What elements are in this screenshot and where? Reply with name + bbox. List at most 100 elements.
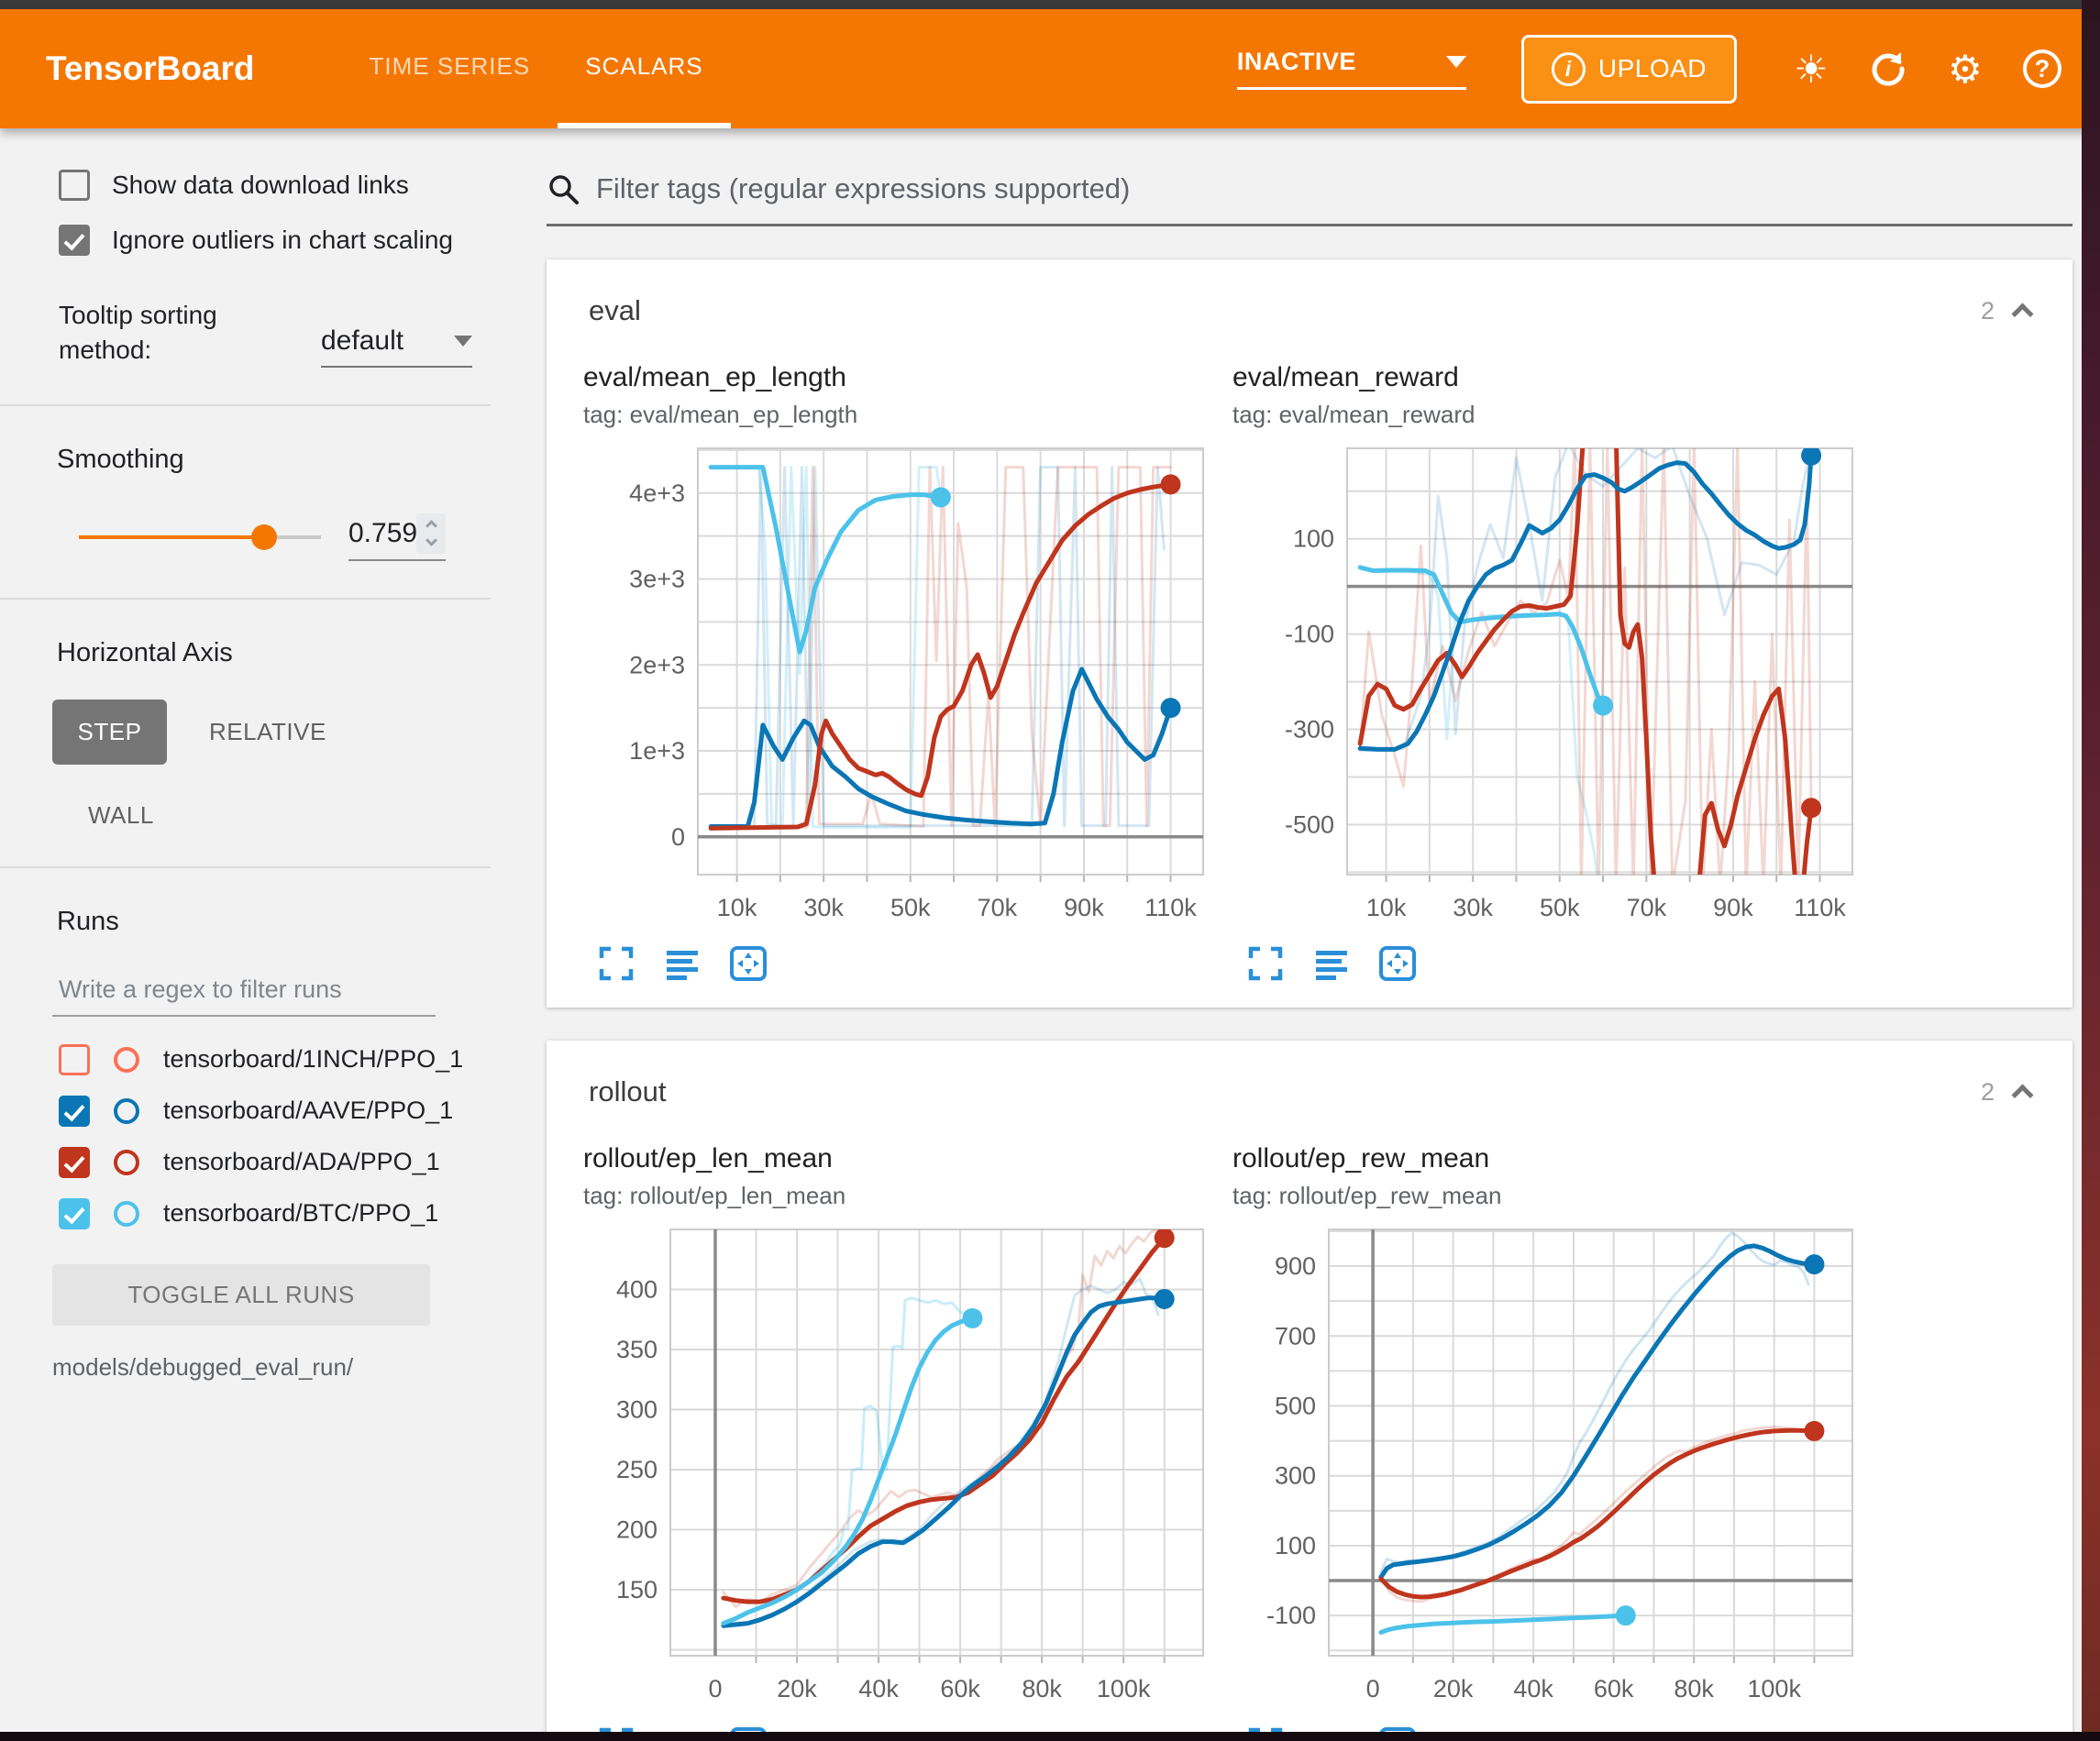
run-checkbox[interactable] (59, 1198, 90, 1229)
section-header-eval[interactable]: eval 2 (547, 259, 2072, 362)
svg-text:4e+3: 4e+3 (629, 479, 685, 507)
smoothing-slider-thumb[interactable] (251, 524, 277, 550)
tab-scalars[interactable]: SCALARS (558, 9, 730, 128)
section-header-rollout[interactable]: rollout 2 (547, 1041, 2072, 1143)
svg-text:40k: 40k (1513, 1675, 1553, 1702)
tooltip-sorting-select[interactable]: default (321, 325, 472, 368)
axis-relative-button[interactable]: RELATIVE (209, 718, 326, 746)
axis-wall-button[interactable]: WALL (88, 801, 514, 830)
tensorboard-window: TensorBoard TIME SERIES SCALARS INACTIVE… (0, 0, 2100, 1741)
section-title: rollout (589, 1075, 666, 1108)
line-chart-eval-mean-reward[interactable]: 10k30k50k70k90k110k100-100-300-500 (1232, 435, 1865, 934)
show-download-links-row[interactable]: Show data download links (59, 170, 514, 201)
svg-text:110k: 110k (1144, 894, 1197, 921)
ignore-outliers-row[interactable]: Ignore outliers in chart scaling (59, 225, 514, 256)
sidebar-divider (0, 866, 491, 868)
run-checkbox[interactable] (59, 1147, 90, 1178)
window-bottom-strip (0, 1732, 2100, 1741)
run-color-circle (114, 1098, 139, 1124)
run-row[interactable]: tensorboard/1INCH/PPO_1 (59, 1044, 514, 1075)
section-count: 2 (1981, 1078, 1995, 1107)
filter-tags-placeholder: Filter tags (regular expressions support… (596, 172, 1130, 205)
run-row[interactable]: tensorboard/BTC/PPO_1 (59, 1198, 514, 1229)
svg-text:100k: 100k (1747, 1675, 1801, 1702)
fullscreen-icon[interactable] (596, 943, 636, 984)
svg-text:300: 300 (1275, 1462, 1316, 1490)
svg-text:60k: 60k (1594, 1675, 1634, 1702)
status-dropdown[interactable]: INACTIVE (1237, 48, 1466, 90)
tooltip-sorting-label: Tooltip sorting method: (59, 298, 306, 368)
runs-list: tensorboard/1INCH/PPO_1 tensorboard/AAVE/… (59, 1044, 514, 1229)
svg-text:20k: 20k (777, 1675, 817, 1702)
svg-text:40k: 40k (858, 1675, 899, 1702)
sidebar-divider (0, 404, 491, 406)
chevron-down-icon (454, 336, 472, 347)
ignore-outliers-checkbox[interactable] (59, 225, 90, 256)
line-chart-eval-mean-ep-length[interactable]: 10k30k50k70k90k110k01e+32e+33e+34e+3 (583, 435, 1216, 934)
runs-filter-input[interactable]: Write a regex to filter runs (52, 970, 436, 1017)
chart-toolbar (1245, 943, 1882, 984)
upload-button[interactable]: i UPLOAD (1521, 35, 1737, 104)
runs-heading: Runs (57, 907, 514, 937)
svg-text:500: 500 (1275, 1392, 1316, 1419)
svg-text:110k: 110k (1794, 894, 1846, 921)
run-row[interactable]: tensorboard/AAVE/PPO_1 (59, 1096, 514, 1127)
svg-text:-500: -500 (1285, 810, 1334, 838)
svg-text:-300: -300 (1285, 716, 1334, 744)
run-color-circle (114, 1047, 139, 1073)
tab-time-series[interactable]: TIME SERIES (342, 9, 558, 128)
line-chart-rollout-ep-len-mean[interactable]: 020k40k60k80k100k150200250300350400 (583, 1216, 1216, 1715)
brightness-icon[interactable]: ☀ (1781, 39, 1841, 99)
main-tabs: TIME SERIES SCALARS (342, 9, 731, 128)
run-checkbox[interactable] (59, 1044, 90, 1075)
axis-step-button[interactable]: STEP (52, 700, 167, 765)
chart-card: eval/mean_reward tag: eval/mean_reward 1… (1232, 362, 1882, 984)
svg-text:150: 150 (616, 1576, 658, 1603)
app-header: TensorBoard TIME SERIES SCALARS INACTIVE… (0, 9, 2100, 128)
run-row[interactable]: tensorboard/ADA/PPO_1 (59, 1147, 514, 1178)
run-checkbox[interactable] (59, 1096, 90, 1127)
settings-icon[interactable]: ⚙ (1935, 39, 1995, 99)
chevron-up-icon[interactable] (2011, 303, 2033, 325)
section-title: eval (589, 294, 641, 327)
svg-text:60k: 60k (940, 1675, 980, 1702)
svg-text:300: 300 (616, 1395, 658, 1423)
smoothing-slider-fill (79, 535, 263, 539)
help-icon[interactable]: ? (2012, 39, 2072, 99)
svg-text:400: 400 (616, 1275, 658, 1303)
toggle-all-runs-button[interactable]: TOGGLE ALL RUNS (52, 1264, 430, 1326)
filter-tags-input[interactable]: Filter tags (regular expressions support… (547, 172, 2072, 226)
number-stepper[interactable] (416, 513, 446, 554)
refresh-icon[interactable] (1858, 39, 1918, 99)
fit-domain-icon[interactable] (1377, 943, 1418, 984)
fullscreen-icon[interactable] (1245, 943, 1286, 984)
svg-text:100k: 100k (1097, 1675, 1151, 1702)
chart-card: rollout/ep_len_mean tag: rollout/ep_len_… (583, 1143, 1232, 1741)
ignore-outliers-label: Ignore outliers in chart scaling (112, 226, 453, 255)
svg-text:100: 100 (1293, 525, 1334, 553)
dashboard-content: Filter tags (regular expressions support… (514, 128, 2100, 1741)
run-label: tensorboard/AAVE/PPO_1 (163, 1096, 453, 1125)
data-table-icon[interactable] (662, 943, 702, 984)
chart-title: rollout/ep_len_mean (583, 1143, 1232, 1174)
svg-text:0: 0 (1366, 1675, 1380, 1702)
smoothing-slider[interactable] (79, 535, 321, 539)
svg-text:700: 700 (1275, 1322, 1316, 1350)
show-download-links-checkbox[interactable] (59, 170, 90, 201)
stepper-down-icon[interactable] (426, 534, 437, 546)
chevron-up-icon[interactable] (2011, 1084, 2033, 1106)
data-table-icon[interactable] (1311, 943, 1352, 984)
line-chart-rollout-ep-rew-mean[interactable]: 020k40k60k80k100k900700500300100-100 (1232, 1216, 1865, 1715)
fit-domain-icon[interactable] (728, 943, 768, 984)
svg-text:350: 350 (616, 1336, 658, 1363)
smoothing-input[interactable]: 0.759 (348, 513, 446, 561)
svg-text:90k: 90k (1713, 894, 1753, 921)
svg-text:10k: 10k (1366, 894, 1407, 921)
smoothing-value: 0.759 (348, 518, 416, 549)
check-icon (64, 1202, 85, 1224)
stepper-up-icon[interactable] (426, 520, 437, 532)
check-icon (64, 1151, 85, 1173)
check-icon (64, 229, 85, 251)
chart-tag: tag: eval/mean_ep_length (583, 401, 1232, 429)
settings-sidebar: Show data download links Ignore outliers… (0, 128, 514, 1741)
